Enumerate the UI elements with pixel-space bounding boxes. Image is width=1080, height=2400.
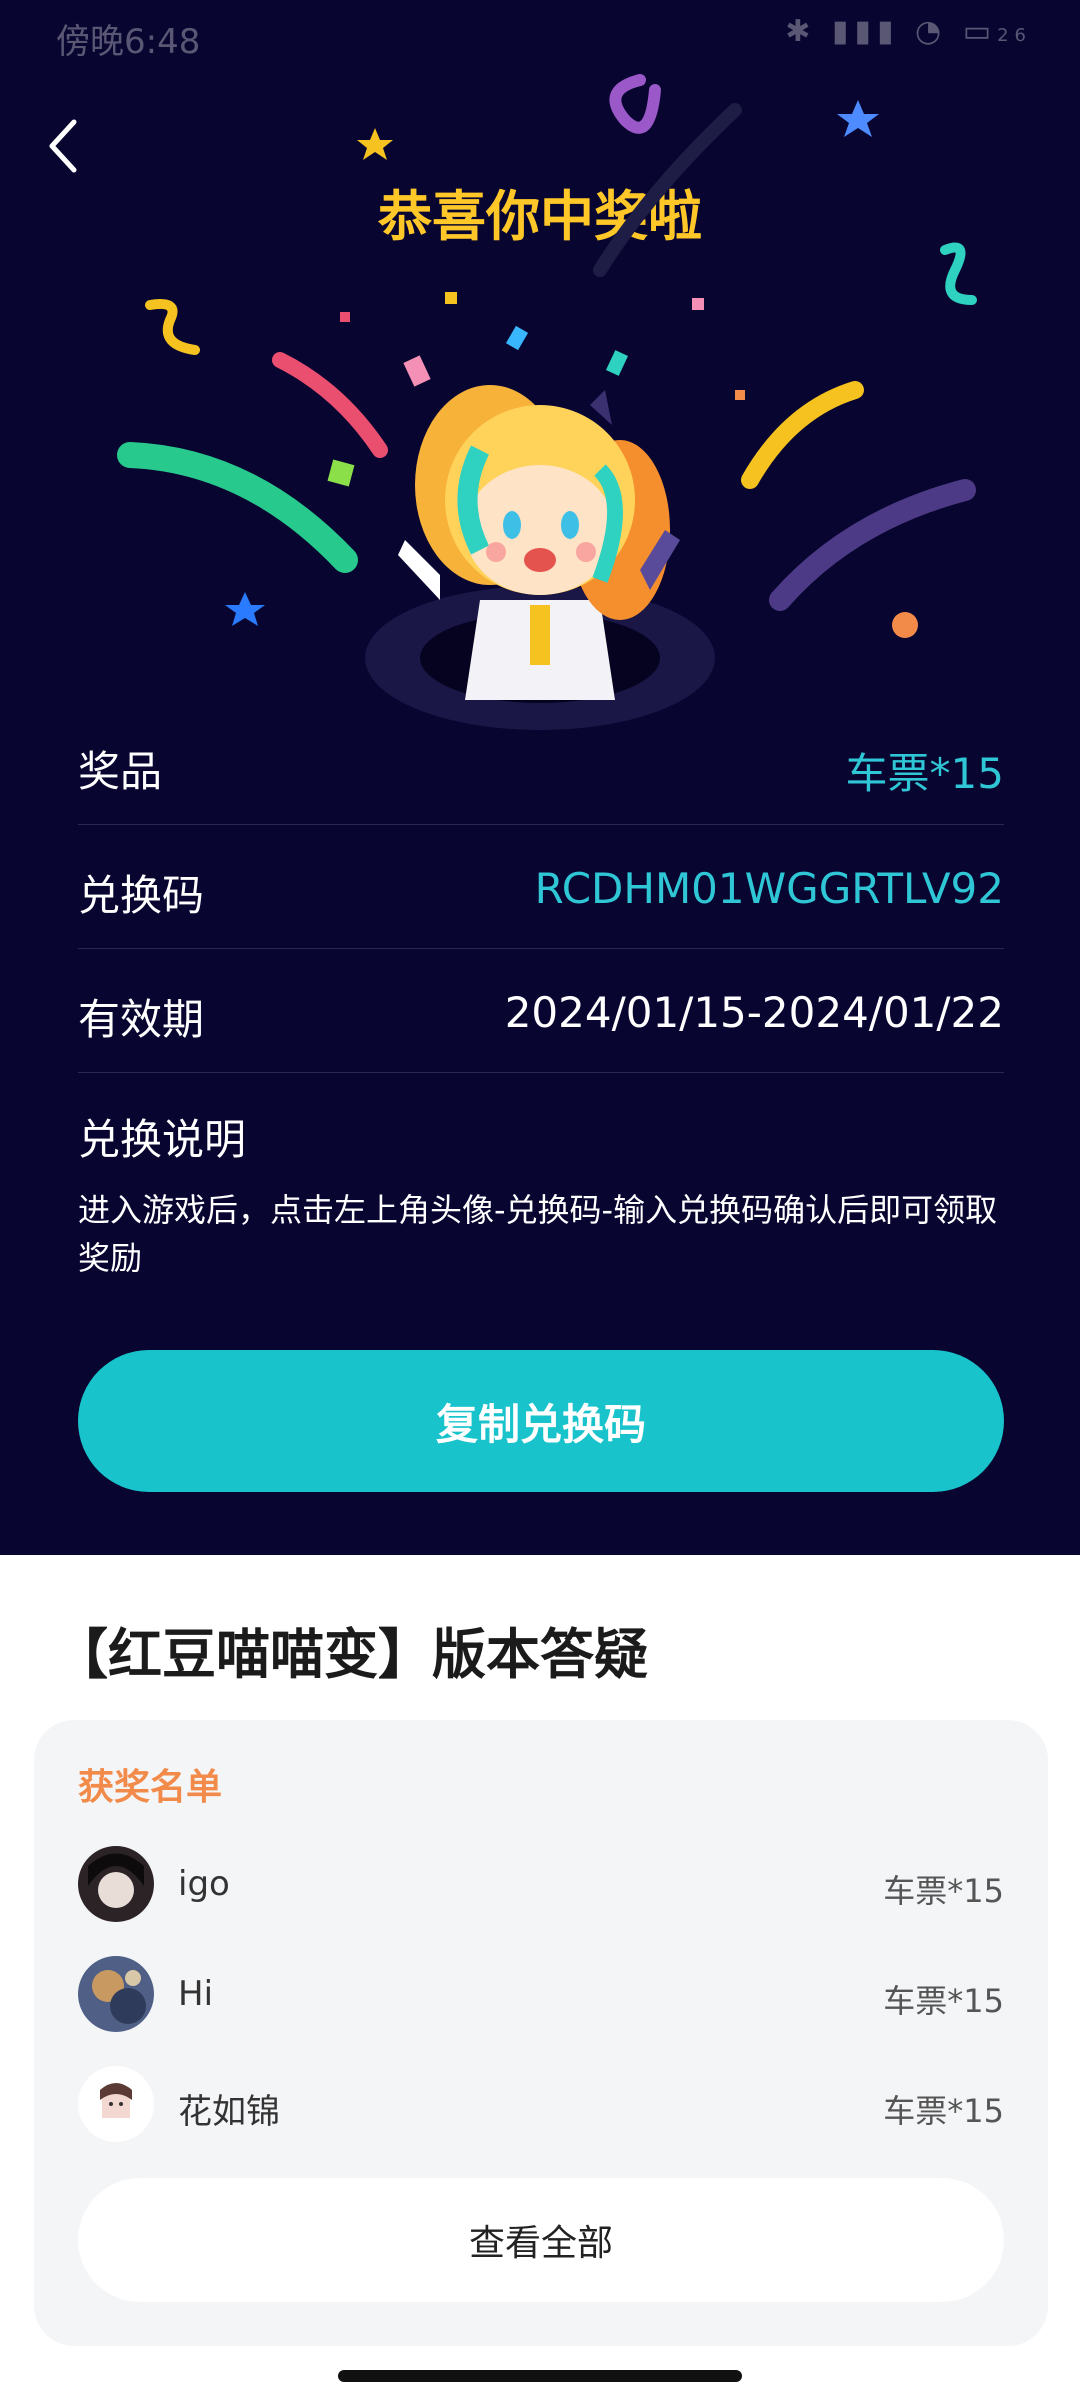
prize-hero: 傍晚6:48 ✱ ▮▮▮ ◔ ▭26 恭喜你中奖啦 奖品 车票*15 兑换码 R… xyxy=(0,0,1080,1555)
validity-value: 2024/01/15-2024/01/22 xyxy=(504,988,1004,1037)
winner-name: 花如锦 xyxy=(178,2092,280,2132)
battery-level: 26 xyxy=(997,25,1032,46)
avatar xyxy=(78,1956,154,2032)
avatar xyxy=(78,1846,154,1922)
code-value[interactable]: RCDHM01WGGRTLV92 xyxy=(535,864,1004,913)
winner-item: Hi 车票*15 xyxy=(78,1956,1004,2036)
status-icons: ✱ ▮▮▮ ◔ ▭26 xyxy=(785,14,1032,49)
prize-label: 奖品 xyxy=(78,747,163,796)
code-row: 兑换码 RCDHM01WGGRTLV92 xyxy=(78,824,1004,949)
battery-icon: ▭26 xyxy=(962,14,1032,49)
winner-prize: 车票*15 xyxy=(883,1982,1004,2020)
code-label: 兑换码 xyxy=(78,871,205,920)
winner-prize: 车票*15 xyxy=(883,1872,1004,1910)
winners-title: 获奖名单 xyxy=(78,1767,223,1808)
home-indicator[interactable] xyxy=(338,2370,742,2382)
winner-item: 花如锦 车票*15 xyxy=(78,2066,1004,2146)
status-time: 傍晚6:48 xyxy=(56,22,201,62)
wifi-icon: ◔ xyxy=(915,14,948,49)
validity-label: 有效期 xyxy=(78,995,205,1044)
view-all-button[interactable]: 查看全部 xyxy=(78,2178,1004,2302)
event-title: 【红豆喵喵变】版本答疑 xyxy=(54,1623,648,1686)
celebration-illustration xyxy=(117,74,977,730)
winner-name: igo xyxy=(178,1864,230,1904)
instructions-text: 进入游戏后，点击左上角头像-兑换码-输入兑换码确认后即可领取奖励 xyxy=(78,1191,998,1277)
prize-value: 车票*15 xyxy=(845,749,1004,798)
prize-row: 奖品 车票*15 xyxy=(78,700,1004,825)
winner-name: Hi xyxy=(178,1974,214,2014)
avatar xyxy=(78,2066,154,2142)
winner-prize: 车票*15 xyxy=(883,2092,1004,2130)
winners-panel: 获奖名单 igo 车票*15 Hi 车票*15 花如锦 车票*15 查看全部 xyxy=(34,1720,1048,2346)
copy-code-button[interactable]: 复制兑换码 xyxy=(78,1350,1004,1492)
winner-item: igo 车票*15 xyxy=(78,1846,1004,1926)
bluetooth-icon: ✱ xyxy=(785,14,817,49)
signal-icon: ▮▮▮ xyxy=(831,14,900,49)
validity-row: 有效期 2024/01/15-2024/01/22 xyxy=(78,948,1004,1073)
instructions-title: 兑换说明 xyxy=(78,1115,247,1164)
